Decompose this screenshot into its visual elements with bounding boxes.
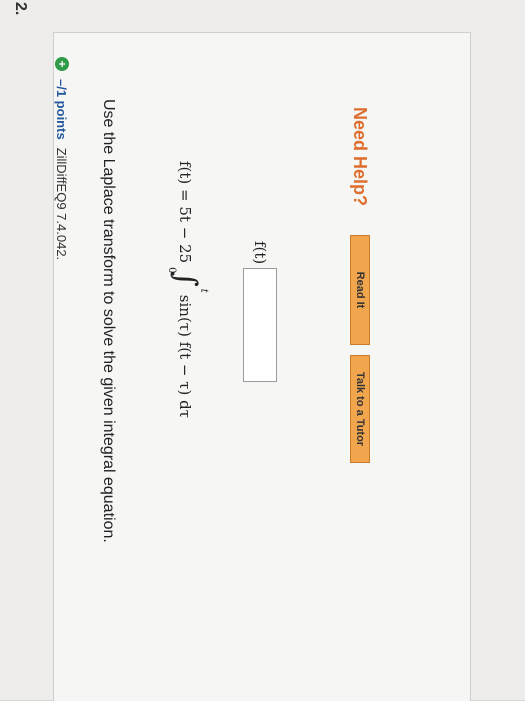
integrand: sin(τ) f(t − τ) dτ bbox=[176, 294, 194, 419]
read-it-button[interactable]: Read It bbox=[350, 235, 370, 345]
question-header: + –/1 points ZillDiffEQ9 7.4.042. bbox=[52, 57, 72, 260]
integral-sign: ∫ t 0 bbox=[166, 267, 209, 293]
need-help-label: Need Help? bbox=[350, 107, 371, 207]
integral-lower-limit: 0 bbox=[166, 267, 177, 274]
page-content: 2. + –/1 points ZillDiffEQ9 7.4.042. Use… bbox=[0, 0, 525, 701]
plus-circle-icon[interactable]: + bbox=[55, 57, 69, 71]
talk-to-tutor-button[interactable]: Talk to a Tutor bbox=[350, 355, 370, 463]
integral-equation: f(t) = 5t − 25 ∫ t 0 sin(τ) f(t − τ) dτ bbox=[165, 161, 209, 419]
question-card: + –/1 points ZillDiffEQ9 7.4.042. Use th… bbox=[53, 32, 471, 701]
integral-upper-limit: t bbox=[198, 288, 209, 293]
question-instruction: Use the Laplace transform to solve the g… bbox=[100, 99, 117, 543]
question-number: 2. bbox=[12, 2, 29, 16]
answer-input[interactable] bbox=[243, 267, 277, 382]
equation-lhs: f(t) = 5t − 25 bbox=[176, 161, 194, 264]
answer-row: f(t) = bbox=[243, 241, 277, 382]
question-id: ZillDiffEQ9 7.4.042. bbox=[54, 147, 70, 261]
help-row: Need Help? Read It Talk to a Tutor bbox=[345, 107, 375, 473]
points-label: –/1 points bbox=[54, 79, 70, 140]
